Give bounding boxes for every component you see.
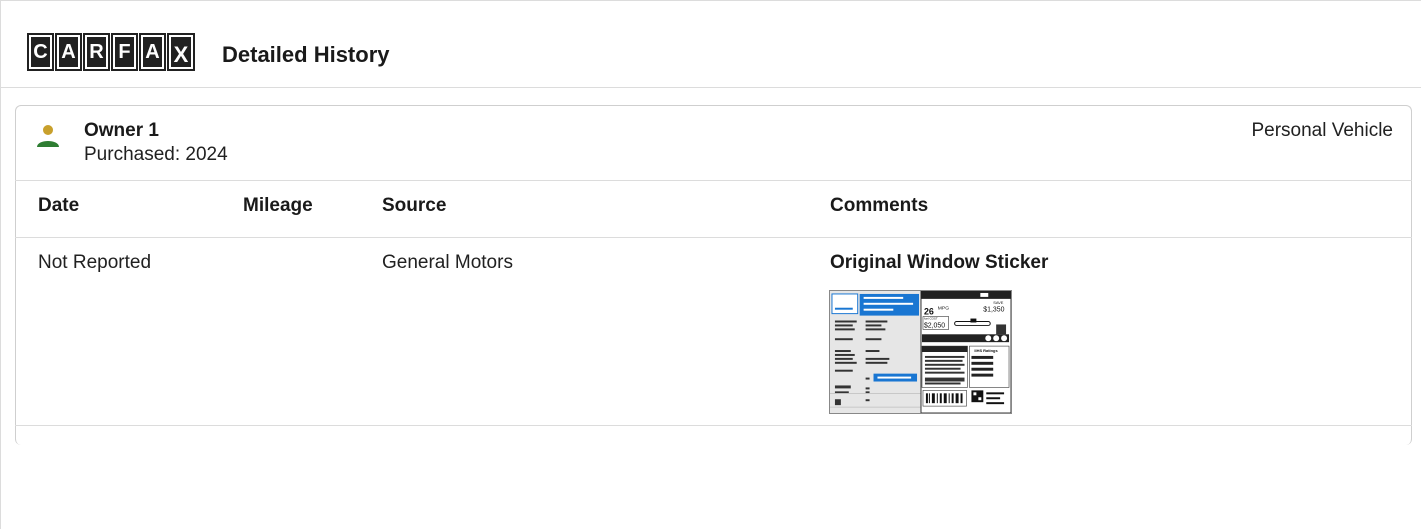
sticker-save-label: SAVE: [993, 300, 1004, 305]
owner-purchase-year: Purchased: 2024: [84, 144, 228, 165]
logo-letter: A: [139, 33, 166, 71]
row-comment-title: Original Window Sticker: [830, 252, 1049, 273]
sticker-mpg: 26: [924, 307, 934, 317]
column-header-source: Source: [382, 195, 447, 216]
logo-letter: C: [27, 33, 54, 71]
logo-letter: X: [167, 33, 195, 71]
table-divider: [15, 237, 1412, 238]
sticker-mpg-unit: MPG: [938, 306, 949, 312]
column-header-comments: Comments: [830, 195, 929, 216]
column-header-date: Date: [38, 195, 80, 216]
row-date: Not Reported: [38, 252, 152, 273]
logo-letter: A: [55, 33, 82, 71]
table-divider: [15, 180, 1412, 181]
logo-letter: F: [111, 33, 138, 71]
column-header-mileage: Mileage: [243, 195, 313, 216]
sticker-save-amount: $1,350: [983, 307, 1004, 314]
section-title: Detailed History: [222, 42, 390, 67]
person-icon: [37, 125, 59, 147]
card-bottom-divider: [15, 425, 1412, 426]
vehicle-use-type: Personal Vehicle: [1251, 120, 1393, 141]
sticker-ratings-label: IIHS Ratings: [974, 348, 998, 353]
owner-name: Owner 1: [84, 120, 159, 141]
report-header: C A R F A X Detailed History: [0, 8, 1421, 88]
row-source: General Motors: [382, 252, 513, 273]
carfax-logo: C A R F A X: [27, 33, 196, 71]
window-sticker-thumbnail[interactable]: 26 MPG SAVE $1,350 fuel COST $2,050 IIHS…: [829, 290, 1012, 414]
sticker-cost-amount: $2,050: [924, 322, 945, 329]
sticker-cost-label: fuel COST: [924, 317, 938, 321]
logo-letter: R: [83, 33, 110, 71]
